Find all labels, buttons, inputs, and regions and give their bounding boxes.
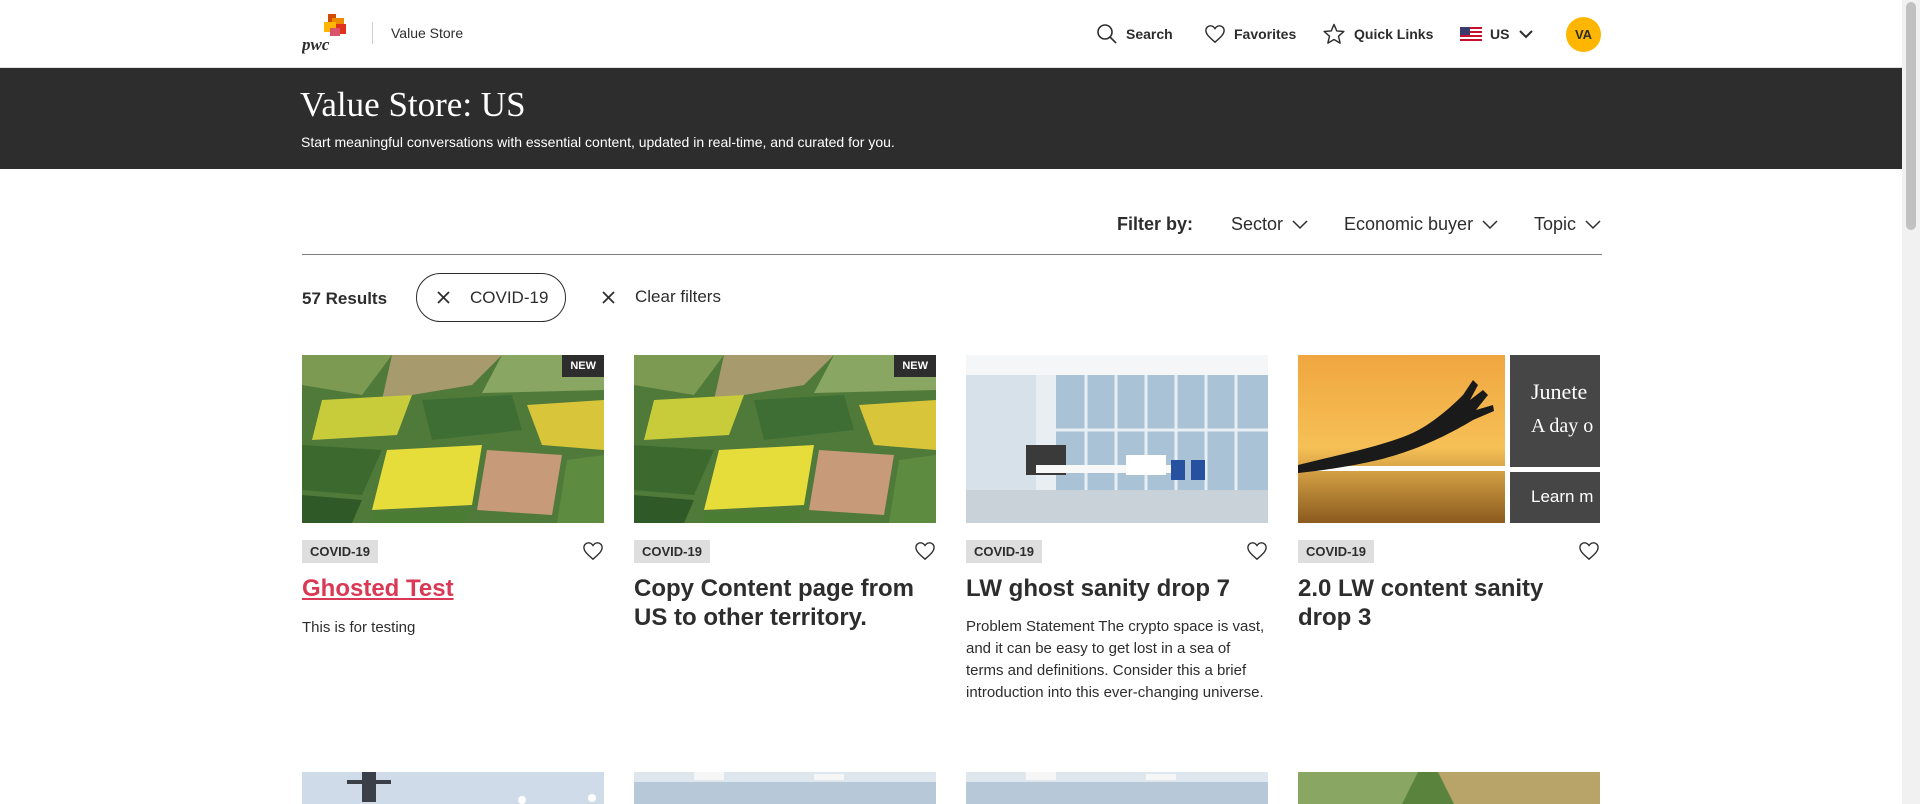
nav-quick-links[interactable]: Quick Links: [1322, 0, 1433, 68]
app-name[interactable]: Value Store: [391, 25, 463, 41]
card-description: This is for testing: [302, 619, 416, 636]
favorite-heart-icon[interactable]: [914, 541, 936, 561]
favorite-heart-icon[interactable]: [1246, 541, 1268, 561]
chevron-down-icon: [1585, 219, 1601, 229]
chevron-down-icon: [1292, 219, 1308, 229]
filter-sector-dropdown[interactable]: Sector: [1231, 214, 1308, 235]
card-title[interactable]: Copy Content page from US to other terri…: [634, 574, 936, 632]
nav-quick-links-label: Quick Links: [1354, 26, 1434, 42]
page-title: Value Store: US: [300, 85, 526, 124]
topic-tag: COVID-19: [1298, 540, 1374, 563]
content-card-image[interactable]: [302, 772, 604, 804]
pwc-logo[interactable]: pwc: [302, 14, 352, 54]
top-navigation: pwc Value Store Search Favorites Quick L…: [0, 0, 1902, 68]
card-title[interactable]: LW ghost sanity drop 7: [966, 574, 1268, 603]
card-image-juneteenth[interactable]: Junete A day o Learn m: [1298, 355, 1600, 523]
filter-bar: Filter by: Sector Economic buyer Topic: [302, 200, 1602, 255]
content-card[interactable]: NEW COVID-19 Copy Content page from US t…: [634, 355, 936, 631]
page-subtitle: Start meaningful conversations with esse…: [301, 134, 895, 150]
nav-favorites-label: Favorites: [1234, 26, 1297, 42]
content-card[interactable]: Junete A day o Learn m COVID-19 2.0 LW c…: [1298, 355, 1600, 631]
banner-subheading: A day o: [1531, 415, 1594, 437]
card-title[interactable]: 2.0 LW content sanity drop 3: [1298, 574, 1600, 632]
content-card-image[interactable]: [634, 772, 936, 804]
nav-search[interactable]: Search: [1096, 0, 1173, 68]
topic-tag: COVID-19: [634, 540, 710, 563]
clear-filters-label: Clear filters: [635, 287, 721, 306]
banner-cta[interactable]: Learn m: [1531, 487, 1593, 507]
svg-text:pwc: pwc: [302, 35, 330, 54]
topic-tag: COVID-19: [966, 540, 1042, 563]
chevron-down-icon: [1482, 219, 1498, 229]
topic-tag: COVID-19: [302, 540, 378, 563]
close-icon: [437, 291, 450, 304]
filter-sector-label: Sector: [1231, 214, 1284, 234]
chevron-down-icon: [1519, 29, 1534, 38]
new-badge: NEW: [562, 355, 604, 377]
content-card-image[interactable]: [966, 772, 1268, 804]
results-count: 57 Results: [302, 289, 388, 308]
heart-icon: [1205, 25, 1225, 44]
filter-topic-dropdown[interactable]: Topic: [1534, 214, 1601, 235]
active-filter-label: COVID-19: [470, 287, 549, 307]
territory-label: US: [1490, 26, 1510, 42]
nav-search-label: Search: [1126, 26, 1173, 42]
star-icon: [1323, 23, 1345, 44]
card-description: Problem Statement The crypto space is va…: [966, 618, 1265, 701]
content-card[interactable]: COVID-19 LW ghost sanity drop 7 Problem …: [966, 355, 1268, 701]
clear-filters-button[interactable]: Clear filters: [602, 287, 721, 307]
scrollbar-thumb[interactable]: [1906, 2, 1916, 230]
filter-label: Filter by:: [1117, 214, 1194, 234]
active-filter-chip[interactable]: COVID-19: [416, 273, 566, 322]
content-card[interactable]: NEW COVID-19 Ghosted Test This is for te…: [302, 355, 604, 636]
nav-favorites[interactable]: Favorites: [1204, 0, 1296, 68]
card-image-office[interactable]: [966, 355, 1268, 523]
new-badge: NEW: [894, 355, 936, 377]
us-flag-icon: [1460, 27, 1482, 41]
favorite-heart-icon[interactable]: [1578, 541, 1600, 561]
logo-divider: [372, 22, 373, 44]
filter-economic-buyer-dropdown[interactable]: Economic buyer: [1344, 214, 1498, 235]
card-title-link[interactable]: Ghosted Test: [302, 574, 604, 603]
filter-economic-buyer-label: Economic buyer: [1344, 214, 1474, 234]
page-scrollbar[interactable]: [1902, 0, 1920, 804]
search-icon: [1097, 24, 1117, 44]
card-image-aerial-fields[interactable]: NEW: [634, 355, 936, 523]
user-avatar[interactable]: VA: [1566, 17, 1601, 52]
filter-topic-label: Topic: [1534, 214, 1577, 234]
hero-banner: Value Store: US Start meaningful convers…: [0, 68, 1902, 169]
favorite-heart-icon[interactable]: [582, 541, 604, 561]
territory-selector[interactable]: US: [1460, 0, 1534, 68]
close-icon: [602, 290, 615, 304]
content-card-image[interactable]: [1298, 772, 1600, 804]
banner-heading: Junete: [1531, 379, 1588, 404]
card-image-aerial-fields[interactable]: NEW: [302, 355, 604, 523]
